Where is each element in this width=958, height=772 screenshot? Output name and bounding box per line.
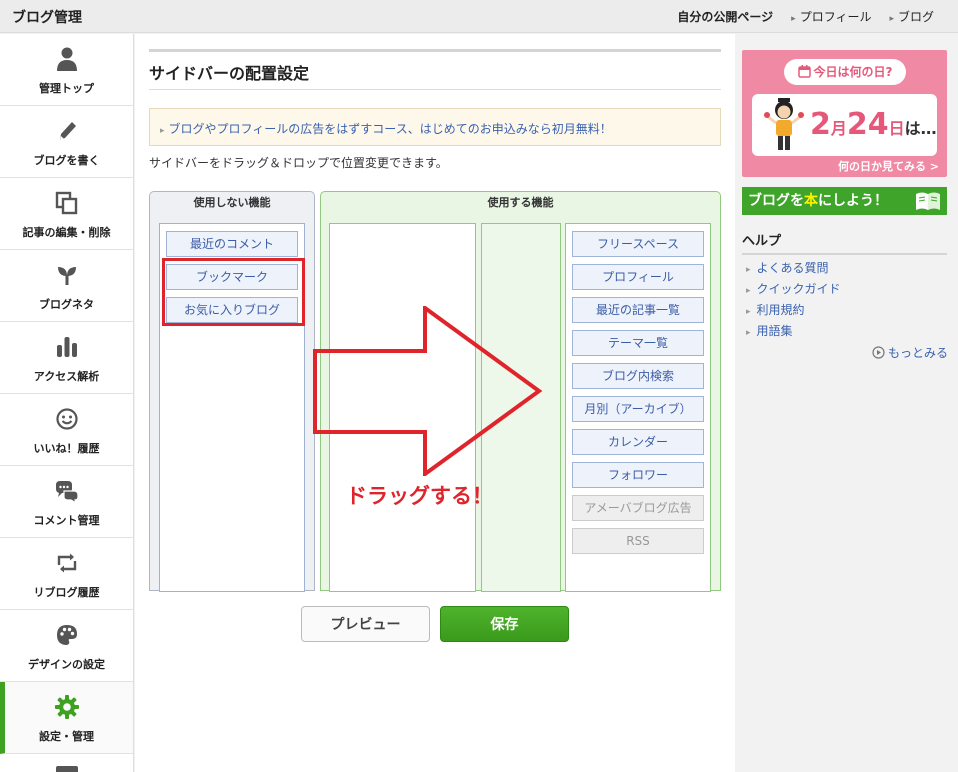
widget-free-space[interactable]: フリースペース (572, 231, 704, 257)
sidebar-item-reblog[interactable]: リブログ履歴 (0, 538, 133, 610)
person-icon (0, 46, 133, 72)
help-item: クイックガイド (746, 280, 841, 301)
comment-icon (0, 478, 133, 504)
calendar-icon (797, 61, 811, 87)
help-item: 利用規約 (746, 301, 841, 322)
banner-pill: 今日は何の日? (784, 59, 906, 85)
banner-pill-text: 今日は何の日? (813, 65, 893, 79)
ad-free-course-link[interactable]: ブログやプロフィールの広告をはずすコース、はじめてのお申込みなら初月無料！ (160, 122, 612, 136)
help-links: よくある質問 クイックガイド 利用規約 用語集 (746, 259, 841, 343)
sidebar-item-label: 設定・管理 (39, 730, 94, 743)
blog-link[interactable]: ブログ (889, 8, 934, 25)
smile-icon (0, 406, 133, 432)
used-column-right-dropzone[interactable]: フリースペース プロフィール 最近の記事一覧 テーマ一覧 ブログ内検索 月別（ア… (565, 223, 711, 592)
terms-link[interactable]: 利用規約 (757, 303, 805, 317)
used-features-header: 使用する機能 (487, 196, 554, 209)
sidebar-item-label: リブログ履歴 (33, 586, 100, 599)
sidebar-item-design[interactable]: デザインの設定 (0, 610, 133, 682)
sidebar-item-label: ブログネタ (39, 298, 94, 311)
quick-guide-link[interactable]: クイックガイド (757, 282, 841, 296)
sidebar-item-admin-top[interactable]: 管理トップ (0, 34, 133, 106)
public-page-link[interactable]: 自分の公開ページ (677, 8, 773, 25)
help-item: 用語集 (746, 322, 841, 343)
unused-features-panel: 使用しない機能 最近のコメント ブックマーク お気に入りブログ (149, 191, 315, 592)
book-icon (915, 191, 941, 221)
banner-see-more-link[interactable]: 何の日か見てみる > (838, 158, 939, 174)
palette-icon (0, 622, 133, 648)
highlight-box (162, 258, 305, 326)
sidebar-item-likes[interactable]: いいね！履歴 (0, 394, 133, 466)
sidebar-item-label: 記事の編集・削除 (22, 226, 111, 239)
widget-monthly-archive[interactable]: 月別（アーカイブ） (572, 396, 704, 422)
profile-link[interactable]: プロフィール (791, 8, 872, 25)
sidebar-item-write[interactable]: ブログを書く (0, 106, 133, 178)
help-item: よくある質問 (746, 259, 841, 280)
top-bar: ブログ管理 自分の公開ページ プロフィール ブログ (0, 0, 958, 33)
preview-button[interactable]: プレビュー (301, 606, 430, 642)
sidebar-item-edit-delete[interactable]: 記事の編集・削除 (0, 178, 133, 250)
sprout-icon (0, 262, 133, 288)
blog-to-book-banner[interactable]: ブログを本にしよう！ (742, 187, 947, 215)
help-heading: ヘルプ (742, 230, 947, 255)
unused-features-header: 使用しない機能 (193, 196, 271, 209)
widget-recent-posts[interactable]: 最近の記事一覧 (572, 297, 704, 323)
save-button[interactable]: 保存 (440, 606, 569, 642)
widget-themes[interactable]: テーマ一覧 (572, 330, 704, 356)
sidebar-item-blog-neta[interactable]: ブログネタ (0, 250, 133, 322)
reblog-icon (0, 550, 133, 576)
app-title: ブログ管理 (12, 10, 82, 26)
gear-icon (0, 694, 133, 720)
drag-annotation-text: ドラッグする！ (346, 484, 493, 508)
sidebar-item-comments[interactable]: コメント管理 (0, 466, 133, 538)
sidebar-item-settings[interactable]: 設定・管理 (0, 682, 133, 754)
pencil-icon (0, 118, 133, 144)
sidebar-item-more[interactable] (0, 754, 133, 772)
documents-icon (0, 190, 133, 216)
sidebar-item-label: 管理トップ (39, 82, 94, 95)
widget-profile[interactable]: プロフィール (572, 264, 704, 290)
sidebar-item-label: アクセス解析 (33, 370, 100, 383)
drag-arrow-annotation (313, 306, 543, 476)
bar-chart-icon (0, 334, 133, 360)
sidebar-item-label: コメント管理 (33, 514, 100, 527)
banner-date: 2月24日は… (810, 107, 937, 142)
notice-banner: ブログやプロフィールの広告をはずすコース、はじめてのお申込みなら初月無料！ (149, 108, 721, 146)
page-title: サイドバーの配置設定 (149, 64, 310, 83)
partial-icon (56, 766, 78, 772)
widget-calendar[interactable]: カレンダー (572, 429, 704, 455)
instruction-text: サイドバーをドラッグ＆ドロップで位置変更できます。 (149, 156, 448, 170)
glossary-link[interactable]: 用語集 (757, 324, 793, 338)
faq-link[interactable]: よくある質問 (757, 261, 829, 275)
divider (149, 89, 721, 90)
banner-date-card: 2月24日は… (752, 94, 937, 156)
widget-followers[interactable]: フォロワー (572, 462, 704, 488)
sidebar-item-access-analysis[interactable]: アクセス解析 (0, 322, 133, 394)
widget-rss: RSS (572, 528, 704, 554)
sidebar-item-label: デザインの設定 (28, 658, 105, 671)
sidebar: 管理トップ ブログを書く 記事の編集・削除 ブログネタ アクセス解析 いいね！履… (0, 34, 134, 772)
widget-blog-search[interactable]: ブログ内検索 (572, 363, 704, 389)
see-more-link[interactable]: もっとみる (872, 344, 948, 362)
sidebar-item-label: ブログを書く (33, 154, 100, 167)
widget-recent-comments[interactable]: 最近のコメント (166, 231, 298, 257)
sidebar-item-label: いいね！履歴 (33, 442, 100, 455)
widget-ameba-ad: アメーバブログ広告 (572, 495, 704, 521)
top-links: 自分の公開ページ プロフィール ブログ (677, 8, 934, 25)
play-circle-icon (872, 346, 885, 362)
what-day-banner[interactable]: 今日は何の日? 2月24日は… 何の日か見てみる > (742, 50, 947, 177)
character-illustration (764, 98, 804, 150)
